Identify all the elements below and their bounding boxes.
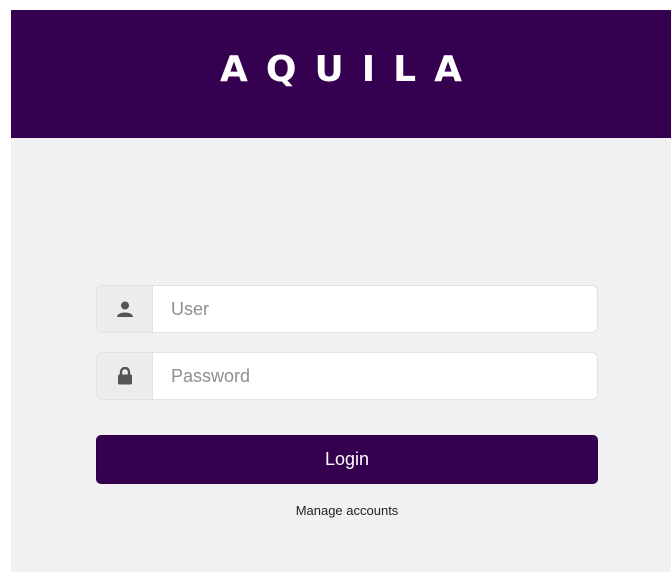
app-header: AQUILA bbox=[11, 10, 671, 138]
user-field bbox=[96, 285, 598, 333]
password-input[interactable] bbox=[153, 353, 597, 399]
password-field bbox=[96, 352, 598, 400]
user-icon bbox=[97, 286, 153, 332]
lock-icon bbox=[97, 353, 153, 399]
login-button[interactable]: Login bbox=[96, 435, 598, 484]
manage-accounts-link[interactable]: Manage accounts bbox=[96, 503, 598, 518]
user-input[interactable] bbox=[153, 286, 597, 332]
login-page: AQUILA Login Manage accounts bbox=[11, 10, 671, 572]
aquila-logo: AQUILA bbox=[220, 48, 480, 90]
